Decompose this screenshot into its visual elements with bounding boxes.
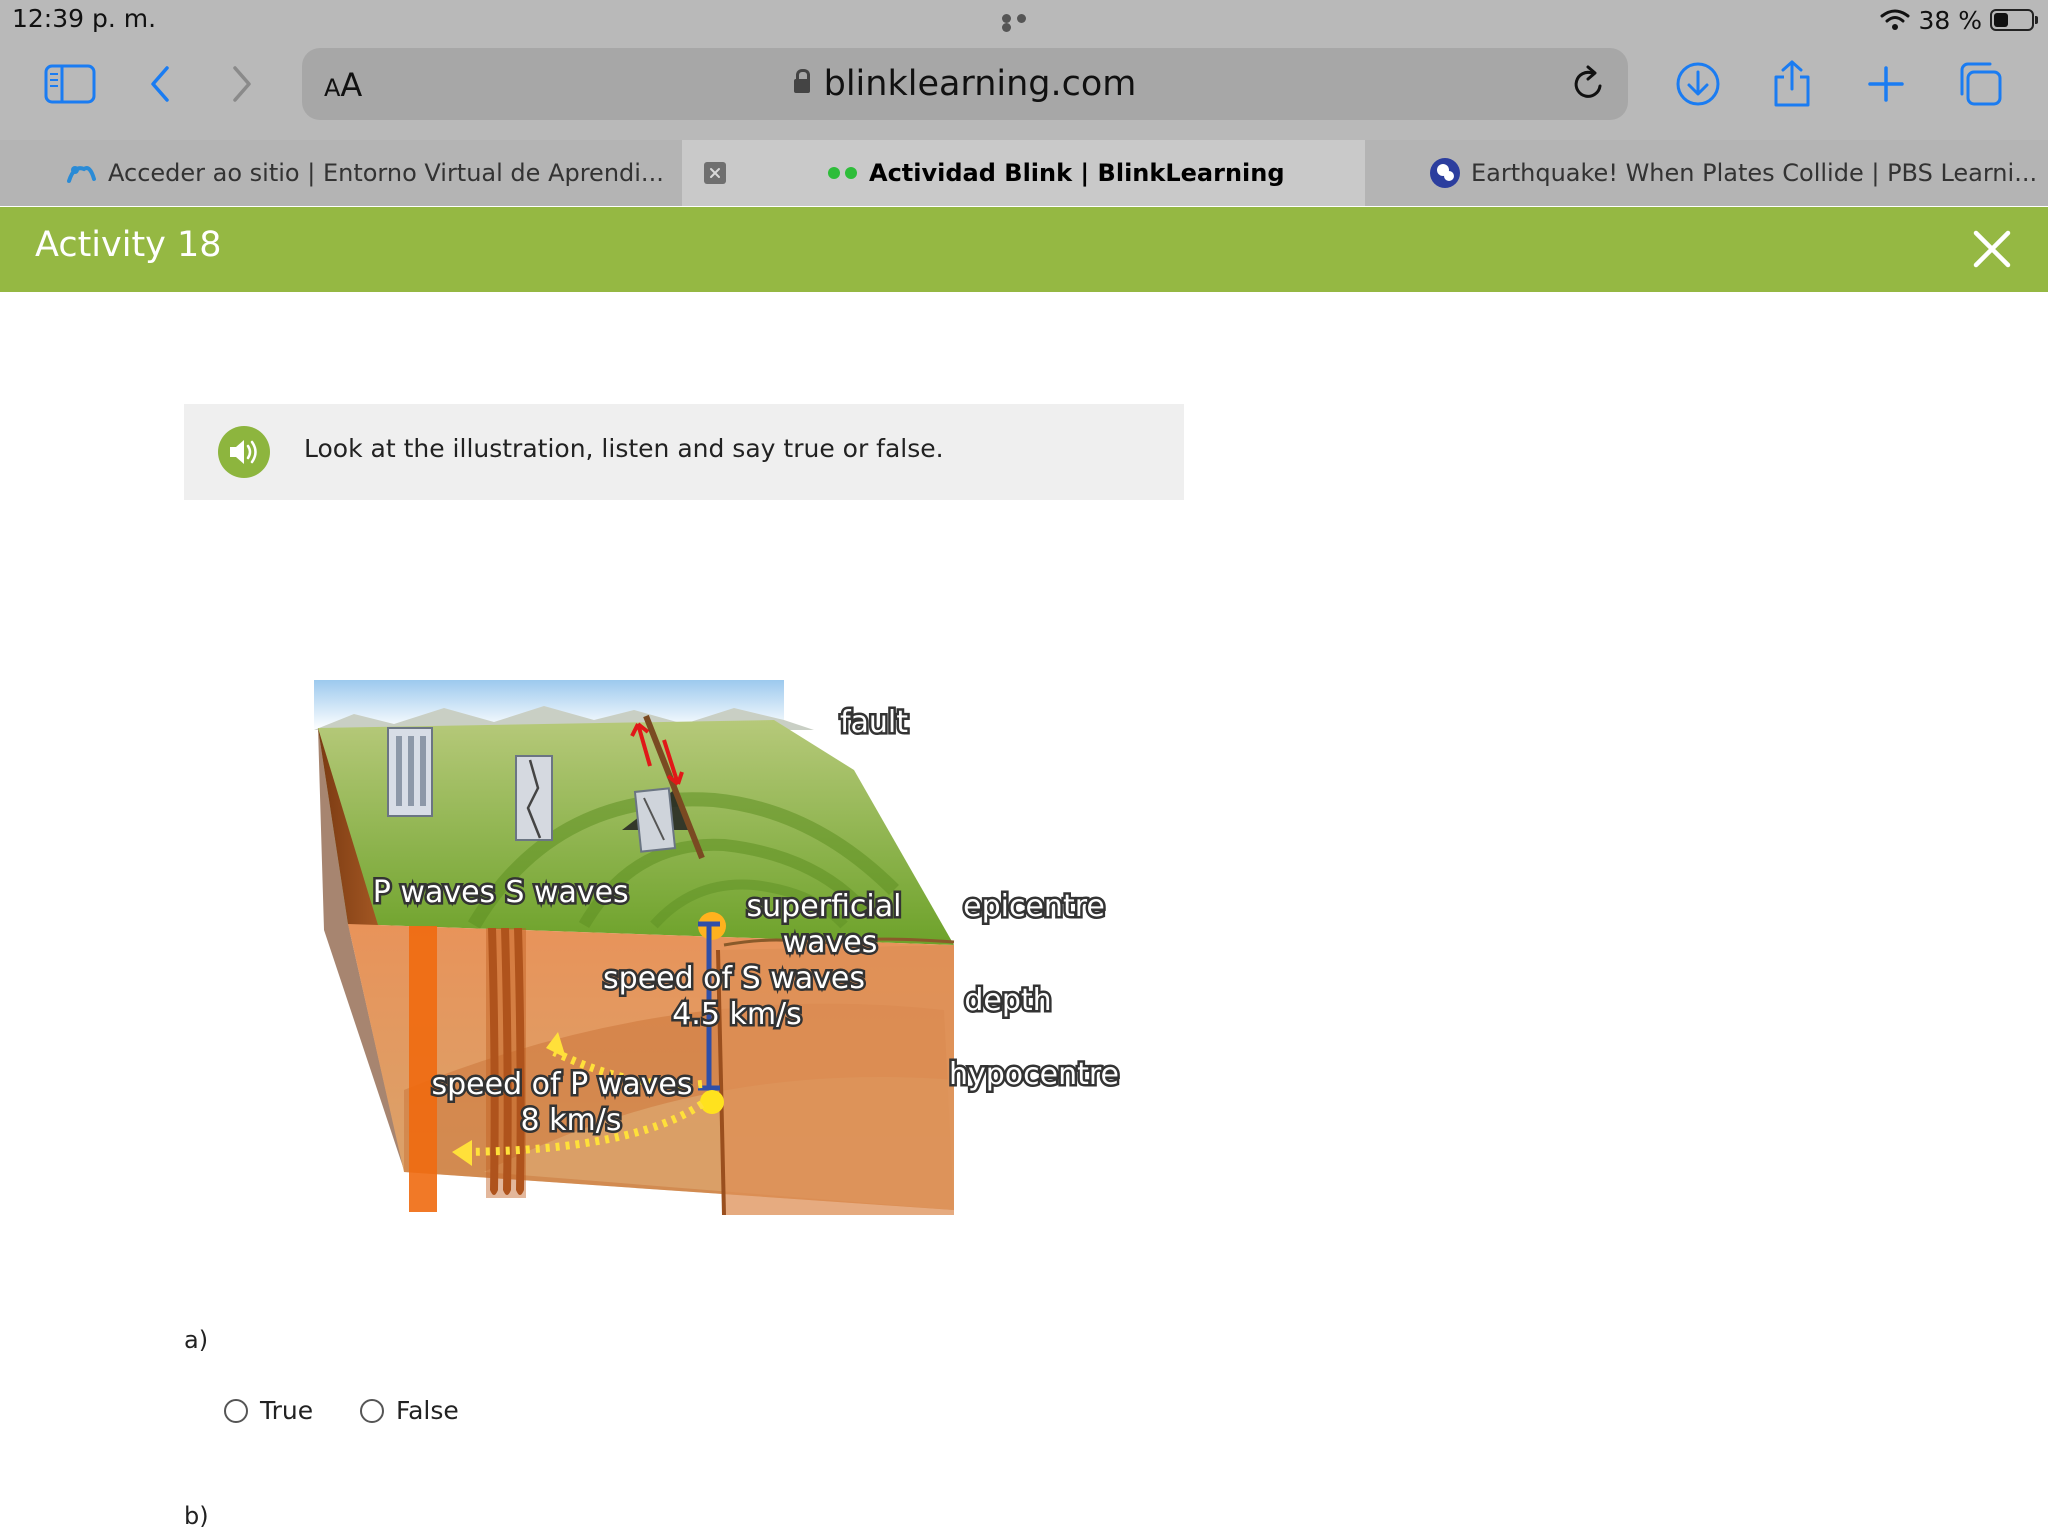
instruction-box: Look at the illustration, listen and say… [184, 404, 1184, 500]
s-wave-band-fill [486, 928, 526, 1198]
building-standing [387, 727, 433, 817]
plus-icon [1868, 66, 1904, 102]
battery-fill [1994, 13, 2008, 27]
label-s-waves: S waves [505, 875, 628, 910]
lock-icon [793, 69, 810, 93]
sidebar-toggle-button[interactable] [40, 60, 100, 108]
label-fault: fault [840, 705, 908, 740]
label-depth: depth [964, 983, 1051, 1018]
label-p-waves: P waves [373, 875, 495, 910]
address-bar[interactable]: AA blinklearning.com [302, 48, 1628, 120]
close-activity-button[interactable] [1970, 227, 2014, 271]
download-icon [1676, 62, 1720, 106]
hypocentre-burst [700, 1090, 724, 1114]
activity-header: Activity 18 [0, 207, 2048, 292]
close-tab-button[interactable] [704, 162, 726, 184]
chevron-left-icon [151, 66, 169, 102]
status-right: 38 % [1880, 4, 2038, 36]
browser-toolbar: AA blinklearning.com [0, 40, 2048, 140]
tab-active-content: Actividad Blink | BlinkLearning [827, 140, 1285, 206]
chevron-right-icon [233, 66, 251, 102]
tab-bar: Acceder ao sitio | Entorno Virtual de Ap… [0, 140, 2048, 206]
label-superficial: superficial [747, 889, 902, 924]
battery-percent: 38 % [1918, 5, 1982, 35]
wifi-icon [1880, 9, 1910, 30]
reload-button[interactable] [1570, 64, 1606, 106]
tab-label: Actividad Blink | BlinkLearning [869, 159, 1285, 187]
question-a-label: a) [184, 1326, 209, 1354]
activity-title: Activity 18 [35, 225, 222, 265]
option-false[interactable]: False [360, 1396, 459, 1425]
label-speed-s-value: 4.5 km/s [672, 997, 802, 1032]
sidebar-icon [44, 64, 96, 104]
url-display[interactable]: blinklearning.com [302, 64, 1628, 104]
forward-button[interactable] [212, 60, 272, 108]
battery-icon [1990, 9, 2038, 31]
option-true-label: True [260, 1396, 314, 1425]
share-icon [1774, 60, 1810, 107]
radio-true[interactable] [224, 1398, 248, 1423]
url-text: blinklearning.com [823, 64, 1137, 104]
label-speed-s: speed of S waves [603, 961, 865, 996]
close-icon [710, 168, 720, 178]
tab-overview-button[interactable] [1950, 60, 2010, 108]
moodle-favicon-icon [67, 166, 96, 183]
instruction-text: Look at the illustration, listen and say… [304, 434, 944, 463]
new-tab-button[interactable] [1856, 60, 1916, 108]
pbs-favicon-icon [1430, 158, 1460, 188]
speaker-icon [230, 440, 257, 464]
back-button[interactable] [130, 60, 190, 108]
label-speed-p-value: 8 km/s [521, 1103, 622, 1138]
downloads-button[interactable] [1668, 60, 1728, 108]
building-cracked [515, 755, 553, 841]
tabs-icon [1960, 62, 2002, 106]
option-true[interactable]: True [224, 1396, 313, 1425]
multitasking-dots-icon[interactable] [1002, 14, 1046, 32]
status-bar: 12:39 p. m. 38 % [0, 0, 2048, 40]
close-icon [1973, 230, 2011, 268]
label-speed-p: speed of P waves [431, 1067, 692, 1102]
label-waves: waves [783, 925, 878, 960]
earthquake-illustration: fault P waves S waves superficial waves … [314, 680, 1122, 1215]
tab-actividad-blink[interactable]: Actividad Blink | BlinkLearning [682, 140, 1365, 206]
blink-favicon-icon [828, 167, 857, 179]
status-time: 12:39 p. m. [12, 4, 157, 33]
audio-play-button[interactable] [218, 426, 270, 478]
tab-label: Acceder ao sitio | Entorno Virtual de Ap… [108, 159, 664, 187]
radio-false[interactable] [360, 1398, 384, 1423]
question-b-label: b) [184, 1502, 209, 1530]
label-epicentre: epicentre [963, 889, 1105, 924]
tab-label: Earthquake! When Plates Collide | PBS Le… [1471, 159, 2038, 187]
option-false-label: False [396, 1396, 459, 1425]
tab-entorno-virtual[interactable]: Acceder ao sitio | Entorno Virtual de Ap… [0, 140, 682, 206]
label-hypocentre: hypocentre [949, 1057, 1119, 1092]
share-button[interactable] [1762, 60, 1822, 108]
reload-icon [1574, 65, 1602, 98]
tab-pbs-learning[interactable]: Earthquake! When Plates Collide | PBS Le… [1365, 140, 2048, 206]
